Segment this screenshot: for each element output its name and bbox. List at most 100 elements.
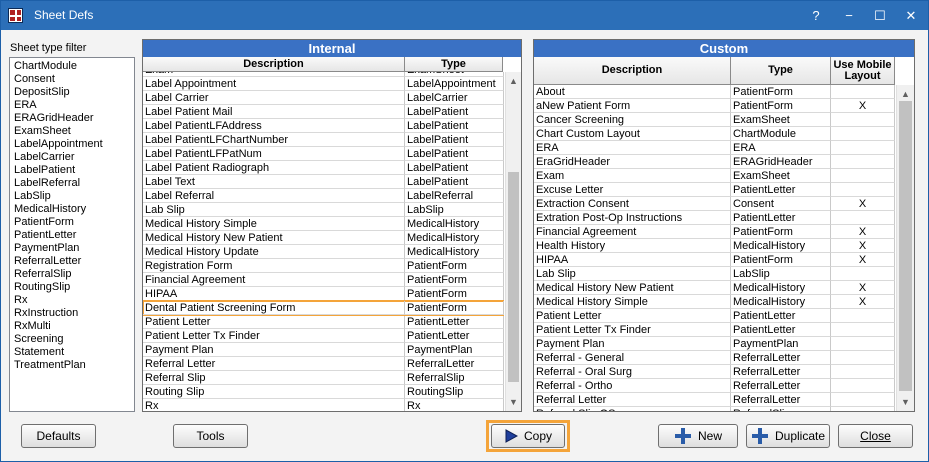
table-row[interactable]: Chart Custom Layout ChartModule [534,127,895,141]
table-row[interactable]: Patient Letter PatientLetter [534,309,895,323]
scroll-down-icon[interactable]: ▼ [506,395,521,409]
close-window-button[interactable]: ✕ [895,1,927,30]
close-button[interactable]: Close [838,424,913,448]
internal-scroll-thumb[interactable] [508,172,519,382]
table-row[interactable]: Referral Letter ReferralLetter [143,357,504,371]
filter-list-item[interactable]: RxMulti [14,320,134,333]
filter-list-item[interactable]: PatientLetter [14,229,134,242]
tools-button[interactable]: Tools [173,424,248,448]
minimize-button[interactable]: − [833,1,865,30]
row-use-mobile-layout [831,155,895,169]
maximize-button[interactable]: ☐ [864,1,896,30]
table-row[interactable]: Label Patient Mail LabelPatient [143,105,504,119]
row-description: Label Text [143,175,405,189]
scroll-down-icon[interactable]: ▼ [897,395,914,409]
filter-list-item[interactable]: DepositSlip [14,86,134,99]
filter-list-item[interactable]: LabelReferral [14,177,134,190]
table-row[interactable]: Referral - General ReferralLetter [534,351,895,365]
table-row[interactable]: Label PatientLFPatNum LabelPatient [143,147,504,161]
filter-list-item[interactable]: ChartModule [14,60,134,73]
copy-button[interactable]: Copy [491,424,565,448]
table-row[interactable]: Payment Plan PaymentPlan [143,343,504,357]
custom-col-type[interactable]: Type [731,57,831,85]
table-row[interactable]: Label Patient Radiograph LabelPatient [143,161,504,175]
table-row[interactable]: Referral Letter ReferralLetter [534,393,895,407]
table-row[interactable]: Routing Slip RoutingSlip [143,385,504,399]
table-row[interactable]: EraGridHeader ERAGridHeader [534,155,895,169]
table-row[interactable]: Label Referral LabelReferral [143,189,504,203]
filter-list-item[interactable]: Rx [14,294,134,307]
table-row[interactable]: Financial Agreement PatientForm [143,273,504,287]
help-button[interactable]: ? [800,1,832,30]
table-row[interactable]: Financial Agreement PatientForm X [534,225,895,239]
filter-list-item[interactable]: Consent [14,73,134,86]
table-row[interactable]: ExamExamSheet [534,169,895,183]
table-row[interactable]: HIPAA PatientForm X [534,253,895,267]
table-row[interactable]: Label PatientLFChartNumber LabelPatient [143,133,504,147]
internal-col-type[interactable]: Type [405,57,503,72]
table-row[interactable]: Patient Letter PatientLetter [143,315,504,329]
scroll-up-icon[interactable]: ▲ [506,74,521,88]
table-row[interactable]: Medical History New Patient MedicalHistor… [534,281,895,295]
table-row[interactable]: Cancer Screening ExamSheet [534,113,895,127]
filter-list-item[interactable]: MedicalHistory [14,203,134,216]
table-row[interactable]: Dental Patient Screening Form PatientForm [143,300,504,316]
table-row[interactable]: Label PatientLFAddress LabelPatient [143,119,504,133]
filter-list-item[interactable]: PatientForm [14,216,134,229]
filter-list-item[interactable]: Statement [14,346,134,359]
table-row[interactable]: Patient Letter Tx Finder PatientLetter [143,329,504,343]
filter-list-item[interactable]: ERA [14,99,134,112]
filter-list-item[interactable]: LabelCarrier [14,151,134,164]
sheet-type-filter-list[interactable]: ChartModule Consent DepositSlip ERA ERAGridH… [9,57,135,412]
table-row[interactable]: Label Text LabelPatient [143,175,504,189]
filter-list-item[interactable]: ReferralLetter [14,255,134,268]
custom-col-description[interactable]: Description [534,57,731,85]
filter-list-item[interactable]: ReferralSlip [14,268,134,281]
table-row[interactable]: Referral Slip OSReferralSlip [534,407,895,411]
filter-list-item[interactable]: LabSlip [14,190,134,203]
row-type: Consent [731,197,831,211]
table-row[interactable]: HIPAA PatientForm [143,287,504,301]
table-row[interactable]: ERA ERA [534,141,895,155]
filter-list-item[interactable]: RoutingSlip [14,281,134,294]
table-row[interactable]: Excuse Letter PatientLetter [534,183,895,197]
filter-list-item[interactable]: ExamSheet [14,125,134,138]
defaults-button[interactable]: Defaults [21,424,96,448]
filter-list-item[interactable]: ERAGridHeader [14,112,134,125]
table-row[interactable]: Medical History Simple MedicalHistory [143,217,504,231]
custom-scrollbar[interactable]: ▲ ▼ [896,85,914,411]
filter-list-item[interactable]: RxInstruction [14,307,134,320]
table-row[interactable]: Referral - Oral Surg ReferralLetter [534,365,895,379]
table-row[interactable]: Health History MedicalHistory X [534,239,895,253]
internal-col-description[interactable]: Description [143,57,405,72]
table-row[interactable]: Rx Rx [143,399,504,411]
table-row[interactable]: Medical History Simple MedicalHistory X [534,295,895,309]
table-row[interactable]: Patient Letter Tx Finder PatientLetter [534,323,895,337]
table-row[interactable]: About PatientForm [534,85,895,99]
filter-list-item[interactable]: Screening [14,333,134,346]
table-row[interactable]: Extraction Consent Consent X [534,197,895,211]
internal-scrollbar[interactable]: ▲ ▼ [505,72,521,411]
table-row[interactable]: Referral - Ortho ReferralLetter [534,379,895,393]
table-row[interactable]: Medical History Update MedicalHistory [143,245,504,259]
row-description: Patient Letter [143,315,405,329]
filter-list-item[interactable]: TreatmentPlan [14,359,134,372]
table-row[interactable]: Referral Slip ReferralSlip [143,371,504,385]
filter-list-item[interactable]: LabelPatient [14,164,134,177]
table-row[interactable]: Label Appointment LabelAppointment [143,77,504,91]
table-row[interactable]: Label Carrier LabelCarrier [143,91,504,105]
filter-list-item[interactable]: LabelAppointment [14,138,134,151]
filter-list-item[interactable]: PaymentPlan [14,242,134,255]
table-row[interactable]: Lab Slip LabSlip [534,267,895,281]
custom-col-use-mobile-layout[interactable]: Use Mobile Layout [831,57,895,85]
custom-scroll-thumb[interactable] [899,101,912,391]
new-button[interactable]: New [658,424,738,448]
table-row[interactable]: Lab Slip LabSlip [143,203,504,217]
table-row[interactable]: Payment Plan PaymentPlan [534,337,895,351]
duplicate-button[interactable]: Duplicate [746,424,830,448]
table-row[interactable]: aNew Patient Form PatientForm X [534,99,895,113]
table-row[interactable]: Medical History New Patient MedicalHistor… [143,231,504,245]
scroll-up-icon[interactable]: ▲ [897,87,914,101]
table-row[interactable]: Extration Post-Op Instructions PatientLet… [534,211,895,225]
table-row[interactable]: Registration Form PatientForm [143,259,504,273]
